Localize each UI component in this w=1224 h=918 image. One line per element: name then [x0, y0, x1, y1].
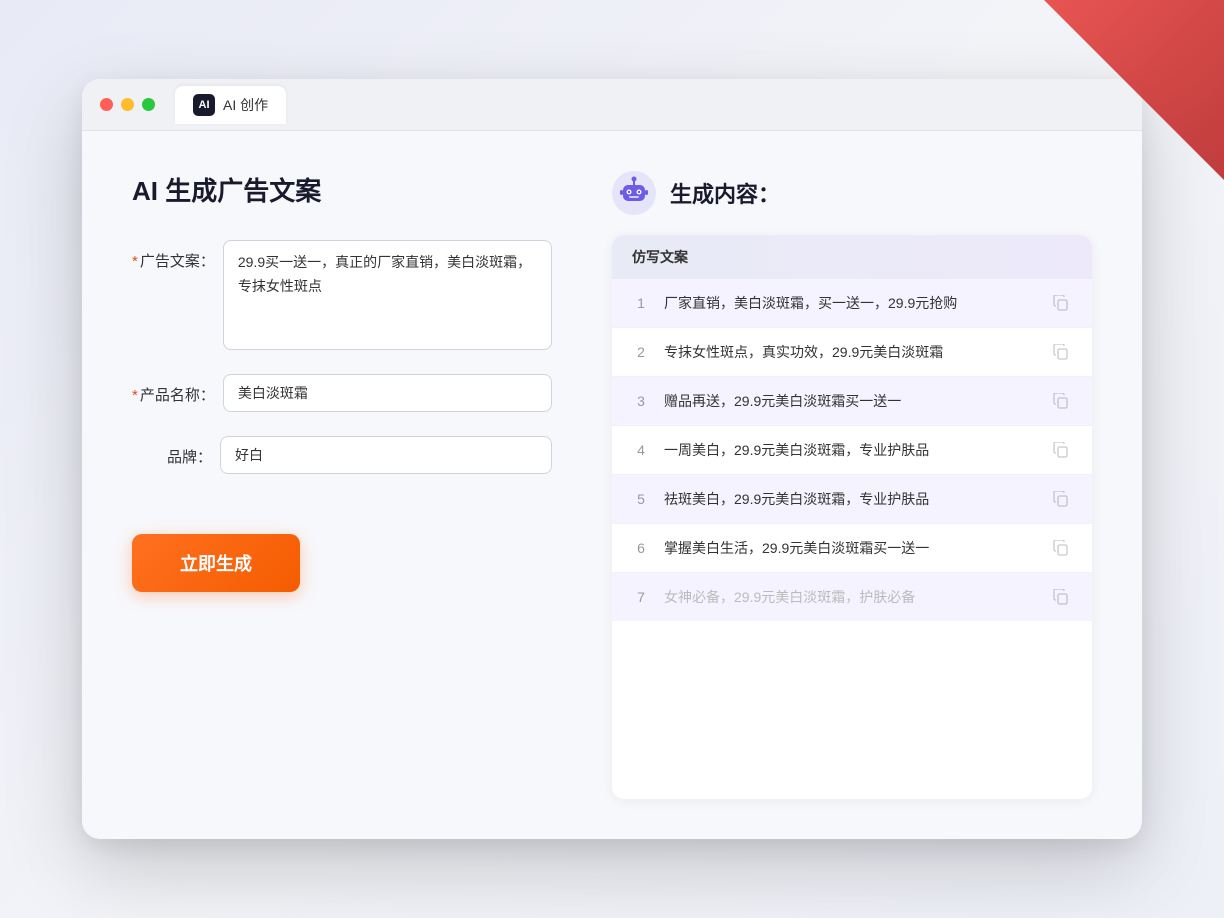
table-row: 6 掌握美白生活，29.9元美白淡斑霜买一送一 [612, 524, 1092, 573]
copy-icon[interactable] [1050, 390, 1072, 412]
table-row: 7 女神必备，29.9元美白淡斑霜，护肤必备 [612, 573, 1092, 621]
active-tab[interactable]: AI AI 创作 [175, 86, 286, 124]
copy-icon[interactable] [1050, 341, 1072, 363]
row-number: 1 [632, 295, 650, 311]
table-row: 5 祛斑美白，29.9元美白淡斑霜，专业护肤品 [612, 475, 1092, 524]
required-star-2: * [132, 387, 138, 404]
main-content: AI 生成广告文案 *广告文案： *产品名称： 品牌： 立即生成 [82, 131, 1142, 839]
result-title: 生成内容： [670, 177, 780, 209]
brand-label: 品牌： [132, 436, 212, 467]
tab-label: AI 创作 [223, 95, 268, 115]
right-panel: 生成内容： 仿写文案 1 厂家直销，美白淡斑霜，买一送一，29.9元抢购 2 专抹女… [612, 171, 1092, 799]
row-number: 2 [632, 344, 650, 360]
table-row: 4 一周美白，29.9元美白淡斑霜，专业护肤品 [612, 426, 1092, 475]
panel-title: AI 生成广告文案 [132, 171, 552, 208]
row-text: 赠品再送，29.9元美白淡斑霜买一送一 [664, 391, 1036, 412]
row-number: 3 [632, 393, 650, 409]
row-text: 女神必备，29.9元美白淡斑霜，护肤必备 [664, 587, 1036, 608]
generate-button[interactable]: 立即生成 [132, 534, 300, 592]
brand-input[interactable] [220, 436, 552, 474]
product-name-label: *产品名称： [132, 374, 215, 405]
ad-copy-textarea[interactable] [223, 240, 552, 350]
row-text: 掌握美白生活，29.9元美白淡斑霜买一送一 [664, 538, 1036, 559]
tab-icon: AI [193, 94, 215, 116]
product-name-group: *产品名称： [132, 374, 552, 412]
ad-copy-label: *广告文案： [132, 240, 215, 271]
required-star-1: * [132, 253, 138, 270]
maximize-dot[interactable] [142, 98, 155, 111]
row-text: 一周美白，29.9元美白淡斑霜，专业护肤品 [664, 440, 1036, 461]
row-number: 4 [632, 442, 650, 458]
robot-icon [612, 171, 656, 215]
table-rows-container: 1 厂家直销，美白淡斑霜，买一送一，29.9元抢购 2 专抹女性斑点，真实功效，29… [612, 279, 1092, 621]
row-number: 7 [632, 589, 650, 605]
brand-group: 品牌： [132, 436, 552, 474]
result-header: 生成内容： [612, 171, 1092, 215]
copy-icon[interactable] [1050, 488, 1072, 510]
left-panel: AI 生成广告文案 *广告文案： *产品名称： 品牌： 立即生成 [132, 171, 552, 799]
window-controls [100, 98, 155, 111]
row-text: 厂家直销，美白淡斑霜，买一送一，29.9元抢购 [664, 293, 1036, 314]
minimize-dot[interactable] [121, 98, 134, 111]
table-row: 1 厂家直销，美白淡斑霜，买一送一，29.9元抢购 [612, 279, 1092, 328]
browser-window: AI AI 创作 AI 生成广告文案 *广告文案： *产品名称： [82, 79, 1142, 839]
copy-icon[interactable] [1050, 292, 1072, 314]
result-table: 仿写文案 1 厂家直销，美白淡斑霜，买一送一，29.9元抢购 2 专抹女性斑点，真实… [612, 235, 1092, 799]
row-text: 专抹女性斑点，真实功效，29.9元美白淡斑霜 [664, 342, 1036, 363]
row-number: 6 [632, 540, 650, 556]
row-text: 祛斑美白，29.9元美白淡斑霜，专业护肤品 [664, 489, 1036, 510]
ad-copy-group: *广告文案： [132, 240, 552, 350]
close-dot[interactable] [100, 98, 113, 111]
copy-icon[interactable] [1050, 586, 1072, 608]
copy-icon[interactable] [1050, 537, 1072, 559]
table-row: 2 专抹女性斑点，真实功效，29.9元美白淡斑霜 [612, 328, 1092, 377]
title-bar: AI AI 创作 [82, 79, 1142, 131]
copy-icon[interactable] [1050, 439, 1072, 461]
product-name-input[interactable] [223, 374, 552, 412]
row-number: 5 [632, 491, 650, 507]
table-header: 仿写文案 [612, 235, 1092, 279]
table-row: 3 赠品再送，29.9元美白淡斑霜买一送一 [612, 377, 1092, 426]
